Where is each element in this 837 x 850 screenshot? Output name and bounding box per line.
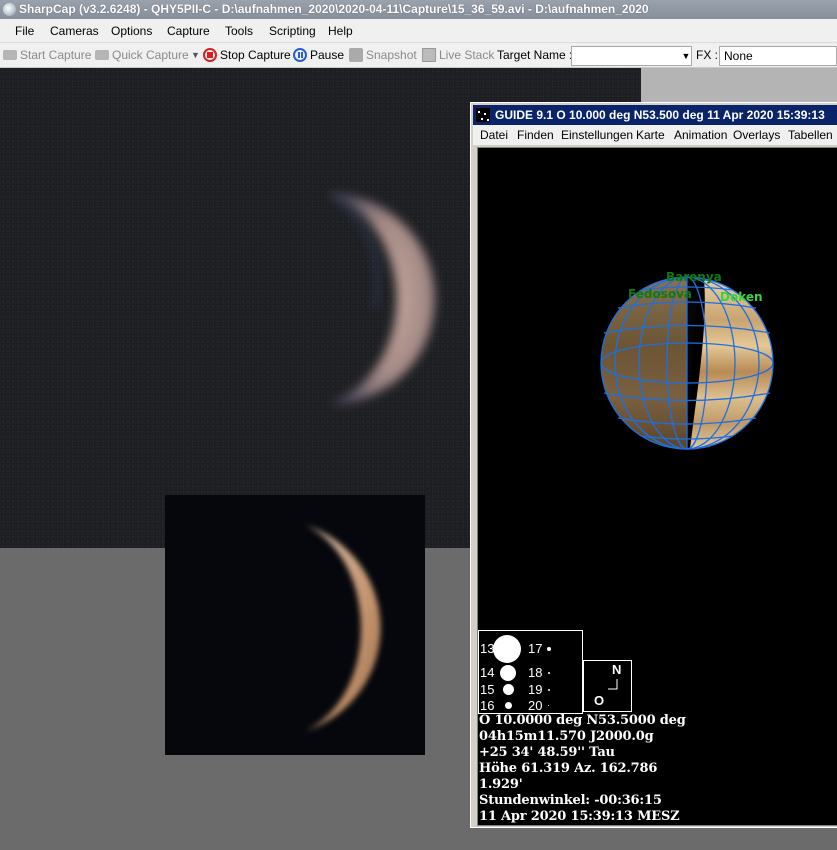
stop-capture-button[interactable]: Stop Capture	[203, 43, 291, 68]
guide-menu-overlays[interactable]: Overlays	[733, 125, 780, 145]
compass-indicator: N O	[583, 660, 632, 712]
magnitude-label-17: 17	[528, 641, 543, 656]
quick-capture-dropdown-icon[interactable]: ▼	[191, 43, 200, 68]
window-title: SharpCap (v3.2.6248) - QHY5PII-C - D:\au…	[19, 2, 649, 16]
star-symbol	[548, 672, 550, 674]
magnitude-label-15: 15	[480, 682, 495, 697]
snapshot-icon	[349, 48, 363, 62]
star-symbol	[500, 665, 516, 681]
chevron-down-icon[interactable]: ▼	[681, 47, 691, 65]
magnitude-label-18: 18	[528, 665, 543, 680]
star-symbol	[548, 689, 550, 691]
menu-options[interactable]: Options	[111, 19, 152, 43]
star-symbol	[505, 702, 512, 709]
start-capture-button[interactable]: Start Capture	[3, 43, 91, 68]
star-symbol	[547, 647, 551, 651]
info-line-size: 1.929'	[479, 777, 523, 792]
star-symbol	[548, 705, 549, 706]
star-symbol	[503, 684, 514, 695]
magnitude-label-14: 14	[480, 665, 495, 680]
menu-bar: File Cameras Options Capture Tools Scrip…	[0, 19, 837, 43]
guide-menu-einstellungen[interactable]: Einstellungen	[561, 125, 633, 145]
info-line-datetime: 11 Apr 2020 15:39:13 MESZ	[479, 809, 680, 824]
fx-select[interactable]: None	[719, 46, 837, 66]
stop-icon	[203, 48, 217, 62]
info-line-dec: +25 34' 48.59'' Tau	[479, 745, 615, 760]
venus-processed-image	[305, 525, 381, 731]
feature-label-doken: Doken	[720, 290, 763, 304]
quick-capture-button[interactable]: Quick Capture	[95, 43, 189, 68]
fx-label: FX :	[696, 48, 719, 62]
guide-menu-animation[interactable]: Animation	[674, 125, 727, 145]
live-stack-icon	[422, 48, 436, 62]
info-line-hour-angle: Stundenwinkel: -00:36:15	[479, 793, 662, 808]
sharpcap-app-icon	[3, 3, 16, 16]
magnitude-label-20: 20	[528, 698, 543, 713]
guide-menu-datei[interactable]: Datei	[480, 125, 508, 145]
guide-menu-bar: Datei Finden Einstellungen Karte Animati…	[473, 125, 837, 145]
guide-title-bar: GUIDE 9.1 O 10.000 deg N53.500 deg 11 Ap…	[473, 105, 837, 125]
feature-label-barenya: Barenya	[666, 270, 722, 284]
guide-title: GUIDE 9.1 O 10.000 deg N53.500 deg 11 Ap…	[495, 108, 825, 122]
magnitude-label-19: 19	[528, 682, 543, 697]
feature-label-fedosova: Fedosova	[628, 287, 692, 301]
guide-window[interactable]: GUIDE 9.1 O 10.000 deg N53.500 deg 11 Ap…	[470, 102, 837, 828]
magnitude-legend: 13 14 15 16 17 18 19 20	[478, 630, 583, 714]
info-line-ra: 04h15m11.570 J2000.0g	[479, 729, 654, 744]
pause-button[interactable]: Pause	[293, 43, 344, 68]
info-line-altaz: Höhe 61.319 Az. 162.786	[479, 761, 658, 776]
toolbar: Start Capture Quick Capture ▼ Stop Captu…	[0, 43, 837, 68]
title-bar: SharpCap (v3.2.6248) - QHY5PII-C - D:\au…	[0, 0, 837, 19]
processed-preview	[165, 495, 425, 755]
menu-help[interactable]: Help	[328, 19, 353, 43]
target-name-input[interactable]	[571, 46, 692, 66]
menu-tools[interactable]: Tools	[225, 19, 253, 43]
background-strip	[641, 68, 837, 103]
camera-icon	[95, 50, 109, 60]
guide-app-icon	[476, 108, 490, 122]
menu-capture[interactable]: Capture	[167, 19, 210, 43]
menu-file[interactable]: File	[15, 19, 34, 43]
live-stack-button[interactable]: Live Stack	[422, 43, 494, 68]
info-line-coordinates: O 10.0000 deg N53.5000 deg	[479, 713, 686, 728]
target-name-label: Target Name :	[497, 48, 573, 62]
magnitude-label-16: 16	[480, 698, 495, 713]
menu-scripting[interactable]: Scripting	[269, 19, 316, 43]
guide-menu-finden[interactable]: Finden	[517, 125, 554, 145]
menu-cameras[interactable]: Cameras	[50, 19, 99, 43]
pause-icon	[293, 48, 307, 62]
star-symbol	[493, 635, 521, 663]
guide-menu-tabellen[interactable]: Tabellen	[788, 125, 833, 145]
guide-chart[interactable]: Barenya Fedosova Doken 13 14 15 16 17 18…	[477, 147, 837, 826]
compass-lines-icon	[608, 679, 618, 690]
snapshot-button[interactable]: Snapshot	[349, 43, 417, 68]
camera-icon	[3, 50, 17, 60]
guide-menu-karte[interactable]: Karte	[636, 125, 665, 145]
